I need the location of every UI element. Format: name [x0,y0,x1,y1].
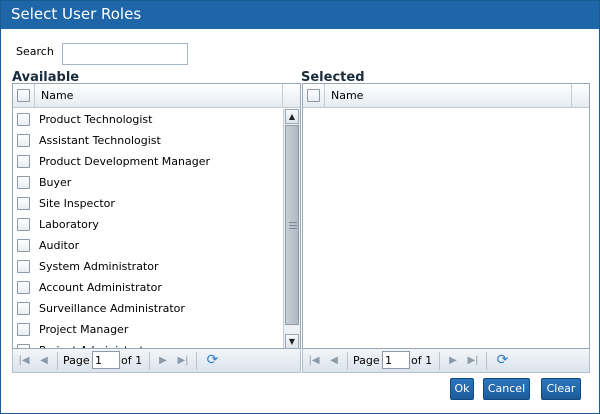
scroll-down-arrow-icon[interactable]: ▼ [285,334,299,348]
list-item[interactable]: Product Development Manager [13,151,285,172]
available-list: Product Technologist Assistant Technologi… [13,109,285,348]
scroll-up-arrow-icon[interactable]: ▲ [285,109,299,124]
role-name: Assistant Technologist [39,134,161,147]
search-input[interactable] [62,43,188,65]
page-number-input[interactable] [382,351,410,369]
clear-button[interactable]: Clear [541,378,581,400]
available-scrollbar[interactable]: ▲ ▼ [283,109,300,348]
page-label: Page [63,354,90,367]
selected-list [303,109,575,348]
page-count-label: of 1 [121,354,143,367]
row-checkbox[interactable] [17,281,30,294]
selected-grid: Name [302,83,590,349]
selected-header-spacer [571,84,589,108]
prev-page-icon[interactable]: ◀ [36,353,52,369]
list-item[interactable]: Project Manager [13,319,285,340]
role-name: Product Development Manager [39,155,211,168]
role-name: Laboratory [39,218,99,231]
first-page-icon[interactable]: |◀ [306,353,322,369]
row-checkbox[interactable] [17,134,30,147]
role-name: Surveillance Administrator [39,302,185,315]
list-item[interactable]: Surveillance Administrator [13,298,285,319]
list-item[interactable]: Product Technologist [13,109,285,130]
row-checkbox[interactable] [17,302,30,315]
dialog-title: Select User Roles [1,1,599,29]
selected-grid-header: Name [303,84,589,108]
scroll-thumb[interactable] [285,125,299,325]
selected-name-column-header[interactable]: Name [331,89,363,102]
available-header-check-cell [13,84,35,108]
search-label: Search [16,45,54,58]
list-item[interactable]: Laboratory [13,214,285,235]
list-item[interactable]: Buyer [13,172,285,193]
row-checkbox[interactable] [17,260,30,273]
row-checkbox[interactable] [17,323,30,336]
page-label: Page [353,354,380,367]
available-grid-header: Name [13,84,300,108]
row-checkbox[interactable] [17,113,30,126]
prev-page-icon[interactable]: ◀ [326,353,342,369]
role-name: Buyer [39,176,72,189]
role-name: System Administrator [39,260,159,273]
list-item[interactable]: Account Administrator [13,277,285,298]
cancel-button[interactable]: Cancel [483,378,530,400]
page-number-input[interactable] [92,351,120,369]
row-checkbox[interactable] [17,239,30,252]
role-name: Project Manager [39,323,129,336]
selected-header-check-cell [303,84,325,108]
list-item[interactable]: System Administrator [13,256,285,277]
last-page-icon[interactable]: ▶| [175,353,191,369]
list-item[interactable]: Project Administrator [13,340,285,348]
row-checkbox[interactable] [17,176,30,189]
selected-section-title: Selected [301,70,365,82]
available-header-spacer [282,84,300,108]
available-pager: |◀ ◀ Page of 1 ▶ ▶| ⟳ [12,349,301,373]
selected-pager: |◀ ◀ Page of 1 ▶ ▶| ⟳ [302,349,590,373]
next-page-icon[interactable]: ▶ [445,353,461,369]
available-section-title: Available [12,70,80,82]
role-name: Auditor [39,239,80,252]
available-grid: Name Product Technologist Assistant Techn… [12,83,301,349]
row-checkbox[interactable] [17,197,30,210]
list-item[interactable]: Assistant Technologist [13,130,285,151]
next-page-icon[interactable]: ▶ [155,353,171,369]
select-user-roles-dialog: Select User Roles Search Available Selec… [0,0,600,414]
role-name: Product Technologist [39,113,153,126]
row-checkbox[interactable] [17,218,30,231]
refresh-icon[interactable]: ⟳ [204,352,221,369]
available-select-all-checkbox[interactable] [17,89,30,102]
available-name-column-header[interactable]: Name [41,89,73,102]
list-item[interactable]: Auditor [13,235,285,256]
row-checkbox[interactable] [17,155,30,168]
last-page-icon[interactable]: ▶| [465,353,481,369]
refresh-icon[interactable]: ⟳ [494,352,511,369]
first-page-icon[interactable]: |◀ [16,353,32,369]
page-count-label: of 1 [411,354,433,367]
ok-button[interactable]: Ok [450,378,474,400]
role-name: Account Administrator [39,281,162,294]
selected-select-all-checkbox[interactable] [307,89,320,102]
list-item[interactable]: Site Inspector [13,193,285,214]
role-name: Site Inspector [39,197,115,210]
